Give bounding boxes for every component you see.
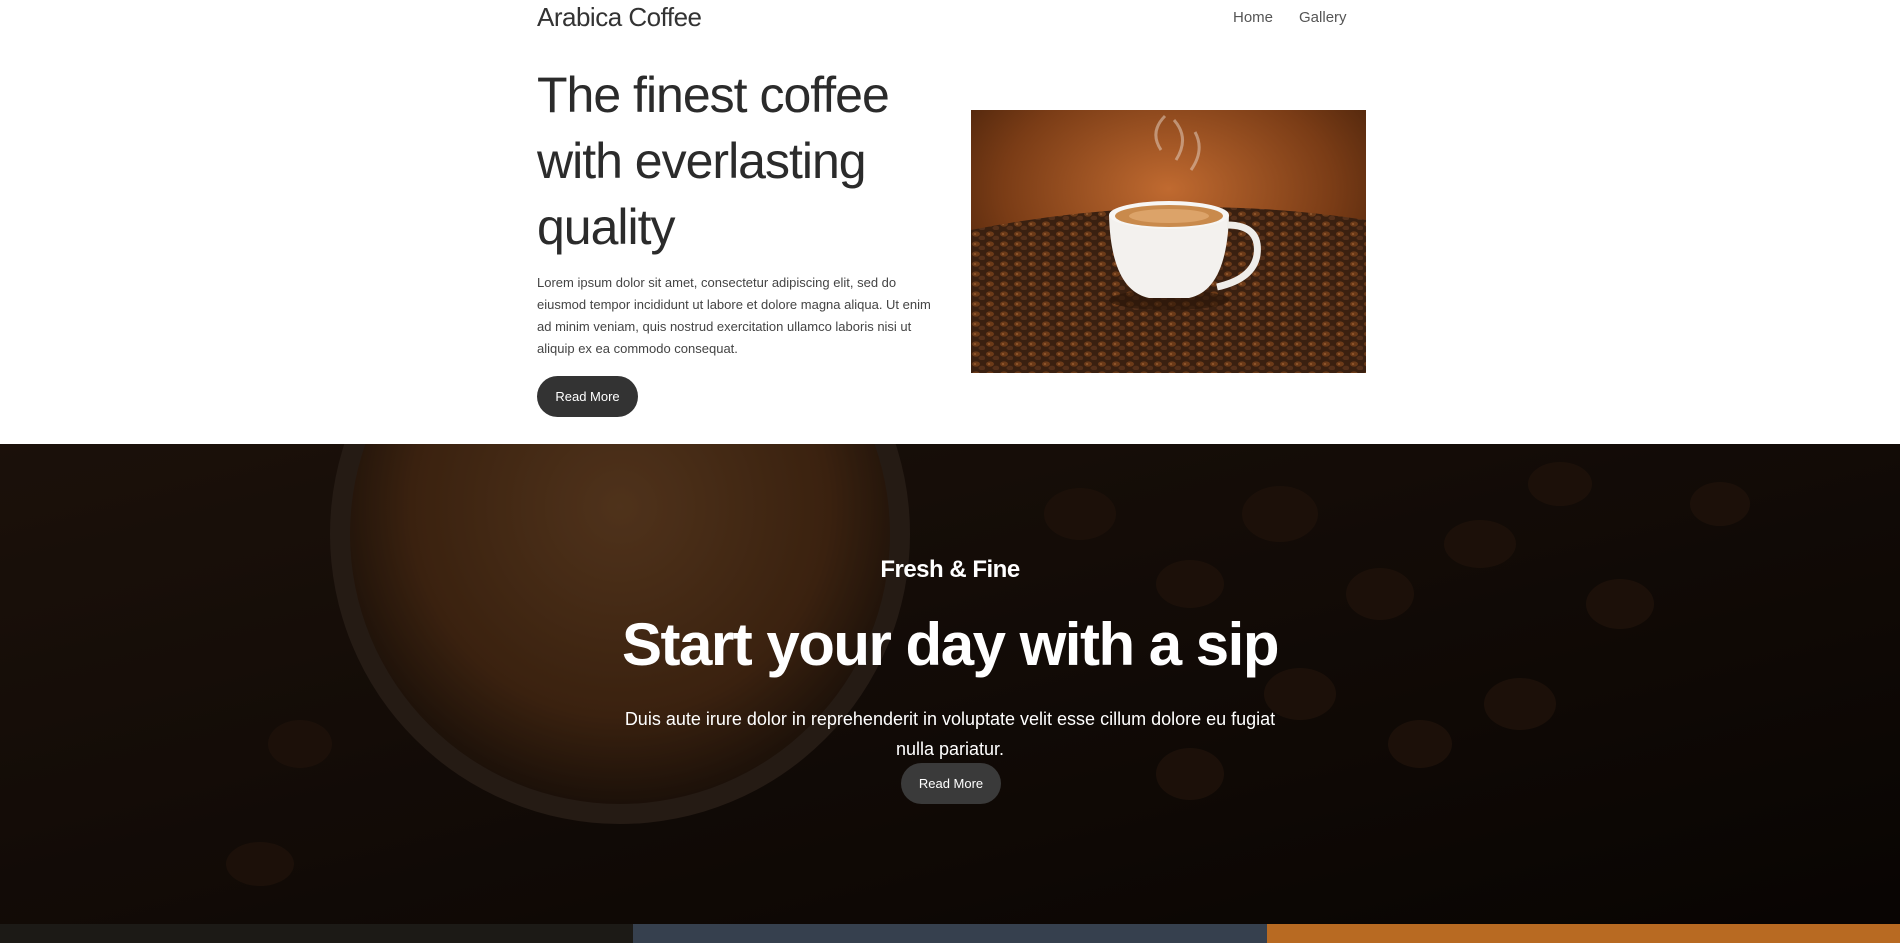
- banner-text: Duis aute irure dolor in reprehenderit i…: [624, 709, 1276, 759]
- main-nav: Home Gallery: [1230, 0, 1350, 34]
- nav-gallery-link[interactable]: Gallery: [1296, 9, 1350, 26]
- banner-kicker: Fresh & Fine: [880, 556, 1020, 583]
- gallery-image[interactable]: [0, 924, 634, 943]
- nav-home-link[interactable]: Home: [1230, 9, 1276, 26]
- gallery-image[interactable]: [633, 924, 1267, 943]
- hero-read-more-button[interactable]: Read More: [537, 376, 638, 417]
- hero-title: The finest coffee with everlasting quali…: [537, 67, 890, 255]
- fresh-banner: Fresh & Fine Start your day with a sip D…: [0, 444, 1900, 924]
- banner-read-more-button[interactable]: Read More: [901, 763, 1001, 804]
- banner-title: Start your day with a sip: [622, 611, 1280, 678]
- site-brand[interactable]: Arabica Coffee: [537, 0, 702, 34]
- gallery-strip: [0, 924, 1900, 943]
- coffee-cup-image: [971, 110, 1366, 373]
- hero-text: Lorem ipsum dolor sit amet, consectetur …: [537, 275, 931, 356]
- gallery-image[interactable]: [1266, 924, 1900, 943]
